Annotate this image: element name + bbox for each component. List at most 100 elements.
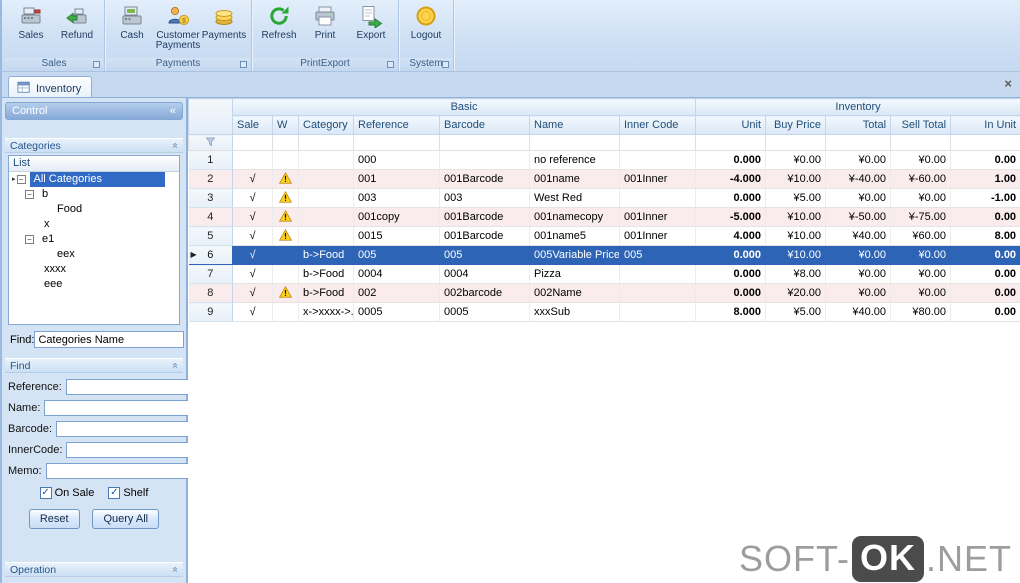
checkbox-shelf[interactable]: ✓ Shelf xyxy=(108,487,148,499)
grid-row-9[interactable]: 9√x->xxxx->...00050005xxxSub8.000¥5.00¥4… xyxy=(188,302,1020,322)
dialog-launcher-icon[interactable] xyxy=(442,61,449,68)
cell-name[interactable]: 002Name xyxy=(529,283,620,303)
cell-total[interactable]: ¥0.00 xyxy=(825,264,892,284)
filter-cell[interactable] xyxy=(439,134,530,151)
cell-warning[interactable] xyxy=(272,226,299,246)
cell-warning[interactable] xyxy=(272,283,299,303)
cell-buy-price[interactable]: ¥10.00 xyxy=(765,226,827,246)
cell-total[interactable]: ¥0.00 xyxy=(825,283,892,303)
cell-buy-price[interactable]: ¥10.00 xyxy=(765,207,827,227)
cell-warning[interactable] xyxy=(272,150,299,170)
cell-sell-total[interactable]: ¥0.00 xyxy=(890,245,952,265)
filter-cell[interactable] xyxy=(618,134,697,151)
column-header-name[interactable]: Name xyxy=(529,115,620,135)
cell-warning[interactable] xyxy=(272,302,299,322)
tree-node-x[interactable]: x xyxy=(9,217,179,232)
cell-inner-code[interactable] xyxy=(619,188,697,208)
cell-reference[interactable]: 001copy xyxy=(353,207,440,227)
filter-cell[interactable] xyxy=(272,134,299,151)
control-panel-header[interactable]: Control « xyxy=(5,102,183,120)
list-column-header[interactable]: List xyxy=(9,156,179,172)
grid-row-7[interactable]: 7 √ b->Food 0004 0004 Pizza 0.000 ¥8.00 ¥0.00 ¥0.… xyxy=(188,264,1020,284)
cell-unit[interactable]: 0.000 xyxy=(695,264,767,284)
row-indicator[interactable]: 8 xyxy=(188,283,233,303)
tree-node-eee[interactable]: eee xyxy=(9,277,179,292)
cell-warning[interactable] xyxy=(272,245,299,265)
sales-button[interactable]: Sales xyxy=(8,2,54,58)
cell-sale[interactable]: √ xyxy=(232,188,273,208)
row-indicator[interactable]: 7 xyxy=(188,264,233,284)
cell-reference[interactable]: 0015 xyxy=(353,226,440,246)
column-header-warning[interactable]: W xyxy=(272,115,299,135)
filter-cell[interactable] xyxy=(232,134,273,151)
find-section-header[interactable]: Find « xyxy=(5,358,183,373)
cell-name[interactable]: 005Variable Price xyxy=(529,245,620,265)
cell-category[interactable]: x->xxxx->... xyxy=(298,302,354,322)
payments-button[interactable]: Payments xyxy=(201,2,247,58)
column-header-in-unit[interactable]: In Unit xyxy=(950,115,1020,135)
cell-unit[interactable]: -5.000 xyxy=(695,207,767,227)
cell-total[interactable]: ¥-40.00 xyxy=(825,169,892,189)
filter-cell[interactable] xyxy=(695,134,767,151)
cell-total[interactable]: ¥-50.00 xyxy=(825,207,892,227)
cell-sale[interactable]: √ xyxy=(232,283,273,303)
cell-category[interactable] xyxy=(298,207,354,227)
cell-category[interactable]: b->Food xyxy=(298,264,354,284)
cell-category[interactable]: b->Food xyxy=(298,283,354,303)
cell-name[interactable]: West Red xyxy=(529,188,620,208)
cell-buy-price[interactable]: ¥5.00 xyxy=(765,302,827,322)
memo-input[interactable] xyxy=(45,463,194,479)
cell-inner-code[interactable]: 001Inner xyxy=(619,207,697,227)
filter-cell[interactable] xyxy=(529,134,620,151)
cell-in-unit[interactable]: 1.00 xyxy=(950,169,1020,189)
cell-category[interactable] xyxy=(298,188,354,208)
tree-node-e1[interactable]: − e1 xyxy=(9,232,179,247)
cell-barcode[interactable]: 001Barcode xyxy=(439,226,530,246)
cell-sell-total[interactable]: ¥0.00 xyxy=(890,264,952,284)
cell-sale[interactable]: √ xyxy=(232,207,273,227)
band-header-inventory[interactable]: Inventory xyxy=(695,98,1020,116)
tree-node-xxxx[interactable]: xxxx xyxy=(9,262,179,277)
cell-unit[interactable]: 0.000 xyxy=(695,150,767,170)
column-header-sell-total[interactable]: Sell Total xyxy=(890,115,952,135)
cell-barcode[interactable]: 005 xyxy=(439,245,530,265)
cell-sale[interactable]: √ xyxy=(232,226,273,246)
cell-reference[interactable]: 0005 xyxy=(353,302,440,322)
cell-in-unit[interactable]: 0.00 xyxy=(950,264,1020,284)
cell-name[interactable]: 001namecopy xyxy=(529,207,620,227)
cell-category[interactable] xyxy=(298,150,354,170)
grid-row-8[interactable]: 8 √ b->Food 002 002barcode 002Name 0.000 ¥20.00… xyxy=(188,283,1020,303)
cell-buy-price[interactable]: ¥10.00 xyxy=(765,245,827,265)
cell-barcode[interactable]: 0004 xyxy=(439,264,530,284)
export-button[interactable]: Export xyxy=(348,2,394,58)
cell-total[interactable]: ¥0.00 xyxy=(825,150,892,170)
cell-category[interactable] xyxy=(298,169,354,189)
cell-warning[interactable] xyxy=(272,264,299,284)
customer-payments-button[interactable]: $ Customer Payments xyxy=(155,2,201,58)
print-button[interactable]: Print xyxy=(302,2,348,58)
tree-node-food[interactable]: Food xyxy=(9,202,179,217)
cell-sell-total[interactable]: ¥0.00 xyxy=(890,188,952,208)
column-header-inner-code[interactable]: Inner Code xyxy=(618,115,697,135)
dialog-launcher-icon[interactable] xyxy=(93,61,100,68)
cell-inner-code[interactable]: 001Inner xyxy=(619,226,697,246)
cell-reference[interactable]: 000 xyxy=(353,150,440,170)
barcode-input[interactable] xyxy=(56,421,205,437)
cell-category[interactable]: b->Food xyxy=(298,245,354,265)
refresh-button[interactable]: Refresh xyxy=(256,2,302,58)
reset-button[interactable]: Reset xyxy=(28,509,80,529)
row-indicator[interactable]: ▶ 6 xyxy=(188,245,233,265)
categories-section-header[interactable]: Categories « xyxy=(5,138,183,153)
cell-sell-total[interactable]: ¥80.00 xyxy=(890,302,952,322)
operation-section-header[interactable]: Operation « xyxy=(5,562,183,577)
grid-row-1[interactable]: 1 000 no reference 0.000 ¥0.00 ¥0.00 ¥0.00 0.00 xyxy=(188,150,1020,170)
cell-in-unit[interactable]: -1.00 xyxy=(950,188,1020,208)
query-all-button[interactable]: Query All xyxy=(92,509,160,529)
filter-cell[interactable] xyxy=(298,134,354,151)
cell-warning[interactable] xyxy=(272,207,299,227)
tree-node-b[interactable]: − b xyxy=(9,187,179,202)
column-header-category[interactable]: Category xyxy=(298,115,354,135)
grid-row-6[interactable]: ▶ 6 √ b->Food 005 005 005Variable Price 005 0.00… xyxy=(188,245,1020,265)
cell-sell-total[interactable]: ¥-75.00 xyxy=(890,207,952,227)
row-indicator[interactable]: 3 xyxy=(188,188,233,208)
